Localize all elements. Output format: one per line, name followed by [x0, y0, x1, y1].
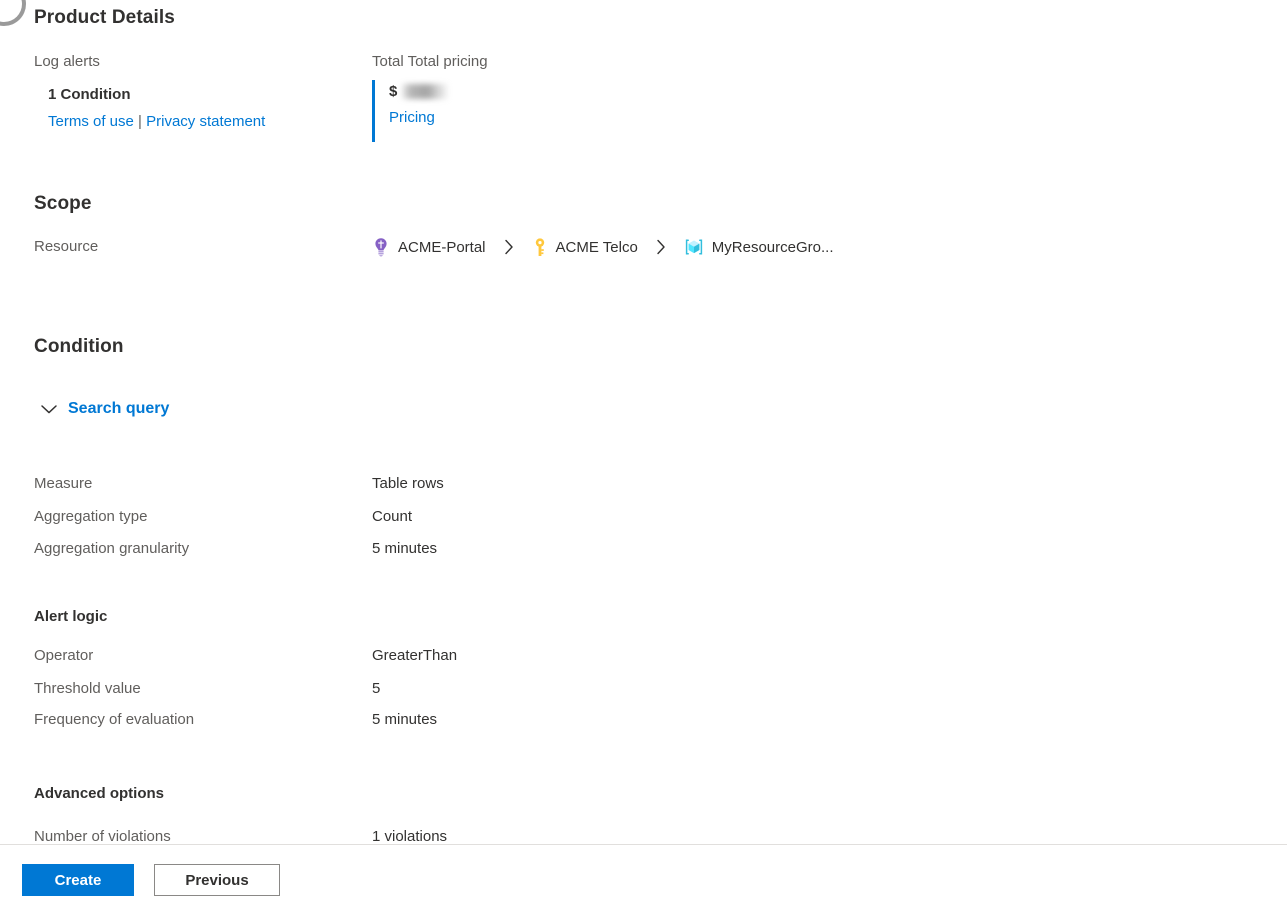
search-query-toggle[interactable]: Search query: [40, 400, 169, 418]
breadcrumb-label-subscription: ACME Telco: [555, 238, 638, 256]
number-of-violations-value: 1 violations: [372, 828, 448, 844]
number-of-violations-label: Number of violations: [34, 828, 171, 844]
measure-value: Table rows: [372, 475, 444, 492]
product-details-heading: Product Details: [34, 7, 175, 28]
breadcrumb-label-resource-group: MyResourceGro...: [711, 238, 834, 256]
chevron-down-icon: [40, 403, 58, 415]
currency-symbol: $: [389, 82, 398, 100]
scope-heading: Scope: [34, 193, 92, 214]
subscription-key-icon: [532, 237, 548, 257]
breadcrumb-item-tenant[interactable]: ACME-Portal: [372, 237, 486, 257]
link-separator: |: [133, 113, 147, 130]
operator-value: GreaterThan: [372, 647, 458, 664]
chevron-right-icon-2: [656, 239, 666, 255]
resource-group-cube-icon: [684, 237, 704, 257]
review-create-content: Product Details Log alerts 1 Condition T…: [0, 0, 1287, 844]
search-query-label: Search query: [68, 400, 170, 417]
frequency-of-evaluation-value: 5 minutes: [372, 711, 438, 728]
aggregation-type-label: Aggregation type: [34, 508, 148, 525]
pricing-card: $ Pricing: [372, 80, 449, 142]
create-button[interactable]: Create: [22, 864, 134, 896]
previous-button[interactable]: Previous: [154, 864, 280, 896]
resource-label: Resource: [34, 238, 99, 255]
threshold-value-label: Threshold value: [34, 680, 141, 697]
legal-links: Terms of use | Privacy statement: [48, 113, 265, 131]
advanced-options-heading: Advanced options: [34, 785, 165, 802]
aggregation-granularity-label: Aggregation granularity: [34, 540, 190, 557]
terms-of-use-link[interactable]: Terms of use: [48, 113, 134, 130]
frequency-of-evaluation-label: Frequency of evaluation: [34, 711, 195, 728]
price-amount-row: $: [389, 80, 449, 102]
condition-heading: Condition: [34, 336, 124, 357]
chevron-right-icon: [504, 239, 514, 255]
aggregation-granularity-value: 5 minutes: [372, 540, 438, 557]
total-pricing-label: Total Total pricing: [372, 53, 488, 70]
threshold-value-value: 5: [372, 680, 381, 697]
log-alerts-label: Log alerts: [34, 53, 100, 70]
breadcrumb-item-resource-group[interactable]: MyResourceGro...: [684, 237, 834, 257]
privacy-statement-link[interactable]: Privacy statement: [146, 113, 265, 130]
pricing-link[interactable]: Pricing: [389, 109, 448, 126]
breadcrumb-label-tenant: ACME-Portal: [398, 238, 486, 256]
breadcrumb-item-subscription[interactable]: ACME Telco: [532, 237, 638, 257]
measure-label: Measure: [34, 475, 93, 492]
operator-label: Operator: [34, 647, 94, 664]
condition-count-value: 1 Condition: [48, 86, 131, 103]
resource-breadcrumb: ACME-Portal ACME Telco MyResourceGro...: [372, 235, 834, 259]
tenant-icon: [372, 237, 390, 257]
action-bar: Create Previous: [0, 845, 1287, 915]
redacted-price-value: [402, 83, 449, 99]
aggregation-type-value: Count: [372, 508, 413, 525]
alert-logic-heading: Alert logic: [34, 608, 108, 625]
